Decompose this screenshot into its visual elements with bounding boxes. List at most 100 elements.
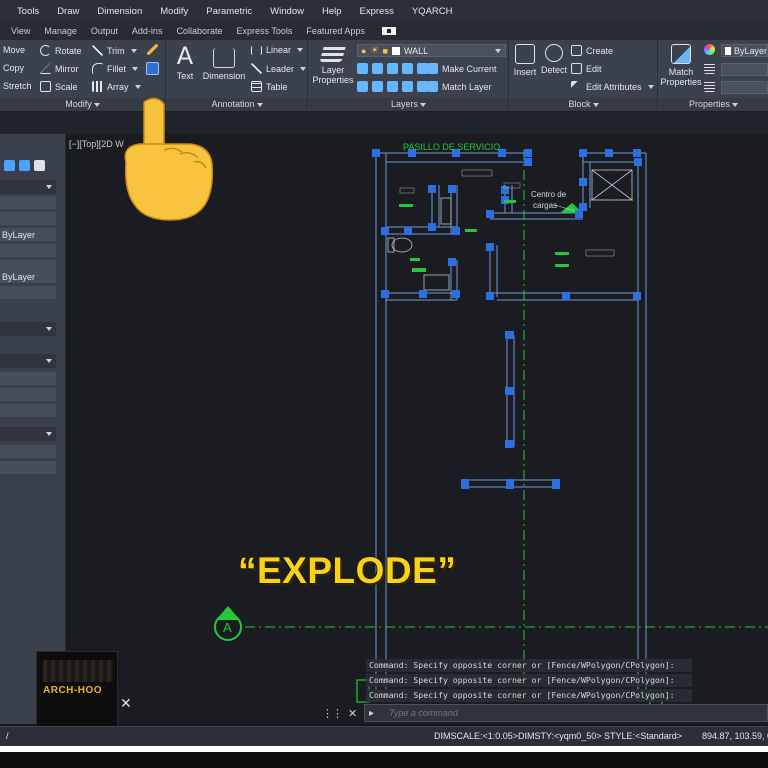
textstyle-status[interactable]: STYLE:<Standard> — [604, 731, 682, 741]
tab-collaborate[interactable]: Collaborate — [169, 26, 229, 36]
tab-featured-apps[interactable]: Featured Apps — [299, 26, 372, 36]
properties-panel-title[interactable]: Properties — [659, 98, 768, 111]
grip-handle-icon[interactable]: ⋮⋮ — [322, 707, 343, 720]
layer-tool-icon[interactable] — [357, 63, 368, 74]
palette-row[interactable] — [0, 372, 56, 386]
linear-label: Linear — [266, 45, 292, 55]
command-input[interactable] — [389, 708, 749, 718]
palette-row-linetype[interactable]: ByLayer — [0, 270, 56, 284]
trim-button[interactable]: Trim — [92, 45, 137, 56]
array-button[interactable]: Array — [92, 81, 141, 92]
linetype-button[interactable] — [704, 81, 715, 92]
dimscale-status[interactable]: DIMSCALE:<1:0.05> — [434, 731, 518, 741]
layer-tool-icon[interactable] — [402, 63, 413, 74]
edit-attributes-button[interactable]: Edit Attributes — [571, 81, 654, 92]
palette-row[interactable] — [0, 461, 56, 475]
dimension-label: Dimension — [202, 71, 246, 81]
edit-attributes-dropdown-icon[interactable] — [647, 84, 654, 89]
tab-manage[interactable]: Manage — [37, 26, 84, 36]
layer-properties-button[interactable]: Layer Properties — [311, 44, 355, 85]
make-current-button[interactable]: Make Current — [427, 63, 497, 74]
copy-button[interactable]: Copy — [3, 63, 24, 73]
properties-panel: Match Properties ByLayer Properties — [659, 40, 768, 112]
block-panel-title[interactable]: Block — [510, 98, 657, 111]
color-wheel-button[interactable] — [704, 44, 715, 55]
palette-section-dropdown[interactable] — [0, 322, 56, 336]
lineweight-button[interactable] — [704, 63, 715, 74]
stretch-button[interactable]: Stretch — [3, 81, 32, 91]
select-objects-icon[interactable] — [4, 160, 15, 171]
palette-section-dropdown[interactable] — [0, 354, 56, 368]
tab-view[interactable]: View — [4, 26, 37, 36]
fillet-dropdown-icon[interactable] — [132, 66, 139, 71]
toggle-pickadd-icon[interactable] — [34, 160, 45, 171]
leader-dropdown-icon[interactable] — [300, 66, 307, 71]
menu-window[interactable]: Window — [261, 6, 313, 17]
palette-row-layer[interactable]: ByLayer — [0, 228, 56, 242]
palette-row[interactable] — [0, 388, 56, 402]
menu-draw[interactable]: Draw — [48, 6, 88, 17]
viewport-controls-label[interactable]: [−][Top][2D W — [69, 139, 124, 149]
layer-tool-icon[interactable] — [387, 81, 398, 92]
tab-output[interactable]: Output — [84, 26, 125, 36]
tab-express-tools[interactable]: Express Tools — [229, 26, 299, 36]
menu-help[interactable]: Help — [313, 6, 351, 17]
match-properties-button[interactable]: Match Properties — [660, 44, 702, 87]
menu-yqarch[interactable]: YQARCH — [403, 6, 462, 17]
close-icon[interactable]: ✕ — [348, 707, 357, 720]
palette-row[interactable] — [0, 196, 56, 210]
menu-tools[interactable]: Tools — [8, 6, 48, 17]
tab-add-ins[interactable]: Add-ins — [125, 26, 170, 36]
layer-combo-dropdown-icon[interactable] — [495, 48, 501, 53]
layer-tool-icon[interactable] — [357, 81, 368, 92]
dimension-button[interactable]: Dimension — [200, 44, 248, 81]
mirror-button[interactable]: Mirror — [40, 63, 79, 74]
palette-row[interactable] — [0, 244, 56, 258]
edit-block-button[interactable]: Edit — [571, 63, 602, 74]
fillet-button[interactable]: Fillet — [92, 63, 139, 74]
trim-dropdown-icon[interactable] — [130, 48, 137, 53]
linear-button[interactable]: Linear — [251, 45, 304, 55]
palette-row[interactable] — [0, 212, 56, 226]
text-button[interactable]: A Text — [170, 44, 200, 81]
scale-button[interactable]: Scale — [40, 81, 78, 92]
palette-row[interactable] — [0, 404, 56, 418]
lineweight-combo[interactable] — [721, 63, 768, 76]
command-input-box[interactable]: ▸ — [364, 704, 768, 722]
layer-tool-icon[interactable] — [372, 81, 383, 92]
menu-dimension[interactable]: Dimension — [88, 6, 151, 17]
tab-extra-icon[interactable] — [381, 27, 396, 35]
layer-tool-icon[interactable] — [402, 81, 413, 92]
rotate-button[interactable]: Rotate — [40, 45, 82, 56]
command-prompt-icon[interactable]: ▸ — [369, 708, 374, 719]
create-block-button[interactable]: Create — [571, 45, 613, 56]
layer-tool-icon[interactable] — [387, 63, 398, 74]
color-combo[interactable]: ByLayer — [721, 44, 768, 57]
leader-button[interactable]: Leader — [251, 63, 307, 74]
quick-select-icon[interactable] — [19, 160, 30, 171]
menu-express[interactable]: Express — [351, 6, 403, 17]
detect-button[interactable]: Detect — [540, 44, 568, 75]
erase-button[interactable] — [147, 44, 158, 55]
insert-button[interactable]: Insert — [512, 44, 538, 77]
explode-button[interactable] — [146, 62, 159, 75]
dimstyle-status[interactable]: DIMSTY:<yqm0_50> — [518, 731, 602, 741]
menu-modify[interactable]: Modify — [151, 6, 197, 17]
palette-selection-dropdown[interactable] — [0, 180, 56, 194]
table-button[interactable]: Table — [251, 81, 288, 92]
array-dropdown-icon[interactable] — [134, 84, 141, 89]
match-layer-button[interactable]: Match Layer — [427, 81, 492, 92]
layer-tool-icon[interactable] — [372, 63, 383, 74]
linear-dropdown-icon[interactable] — [297, 48, 304, 52]
overlay-close-icon[interactable]: ✕ — [120, 695, 132, 712]
move-button[interactable]: Move — [3, 45, 25, 55]
palette-row[interactable] — [0, 286, 56, 300]
palette-section-dropdown[interactable] — [0, 427, 56, 441]
ribbon: Move Rotate Trim Copy Mirror Fillet Stre… — [0, 40, 768, 112]
ribbon-tabs: View Manage Output Add-ins Collaborate E… — [0, 22, 768, 40]
palette-row[interactable] — [0, 445, 56, 459]
linetype-combo[interactable] — [721, 81, 768, 94]
menu-parametric[interactable]: Parametric — [197, 6, 261, 17]
layers-panel-title[interactable]: Layers — [309, 98, 508, 111]
layer-combo[interactable]: ● ☀ ■ WALL — [357, 44, 506, 57]
